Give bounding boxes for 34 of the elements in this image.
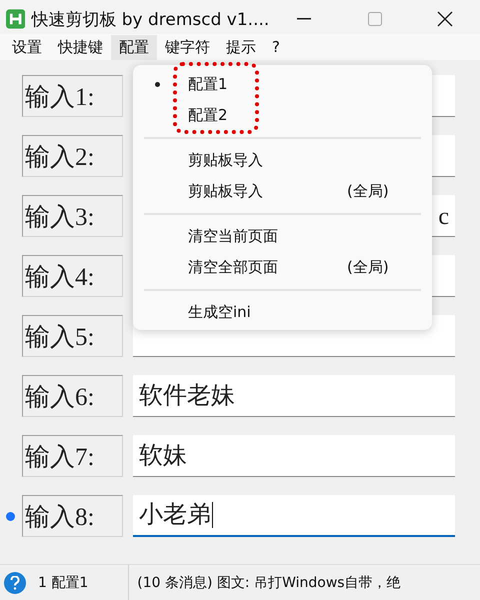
app-logo-icon — [6, 8, 26, 30]
input-label: 输入2: — [22, 135, 123, 177]
dropdown-item[interactable]: 剪贴板导入 — [133, 145, 432, 176]
shortcut-text: (全局) — [347, 258, 389, 277]
menu-item[interactable]: ? — [264, 35, 288, 59]
maximize-icon — [368, 12, 382, 26]
input-label: 输入7: — [22, 435, 123, 477]
input-label: 输入1: — [22, 75, 123, 117]
dropdown-item[interactable]: 清空当前页面 — [133, 221, 432, 252]
dropdown-item[interactable]: 配置2 — [133, 100, 432, 131]
menu-item[interactable]: 配置 — [111, 34, 157, 60]
dropdown-item[interactable]: 配置1 — [133, 69, 432, 100]
status-config: 1 配置1 — [30, 565, 130, 600]
input-field[interactable]: 小老弟 — [133, 495, 455, 537]
shortcut-text: (全局) — [347, 182, 389, 201]
input-label: 输入3: — [22, 195, 123, 237]
window-title: 快速剪切板 by dremscd v1.... — [31, 8, 270, 30]
input-field[interactable]: 软妹 — [133, 435, 455, 477]
dropdown-item[interactable]: 生成空ini — [133, 297, 432, 328]
dropdown-item[interactable]: 剪贴板导入 (全局) — [133, 176, 432, 207]
input-label: 输入8: — [22, 495, 123, 537]
help-icon[interactable] — [4, 572, 26, 594]
input-label: 输入4: — [22, 255, 123, 297]
menu-item[interactable]: 设置 — [4, 34, 50, 60]
minimize-icon — [297, 18, 312, 20]
input-label: 输入6: — [22, 375, 123, 417]
menu-item[interactable]: 键字符 — [157, 34, 218, 60]
status-message: (10 条消息) 图文: 吊打Windows自带，绝 — [136, 574, 402, 592]
menu-item[interactable]: 快捷键 — [50, 34, 111, 60]
dropdown-item[interactable]: 清空全部页面 (全局) — [133, 252, 432, 283]
input-field[interactable]: 软件老妹 — [133, 375, 455, 417]
menu-item[interactable]: 提示 — [218, 34, 264, 60]
input-label: 输入5: — [22, 315, 123, 357]
close-icon — [436, 11, 453, 27]
